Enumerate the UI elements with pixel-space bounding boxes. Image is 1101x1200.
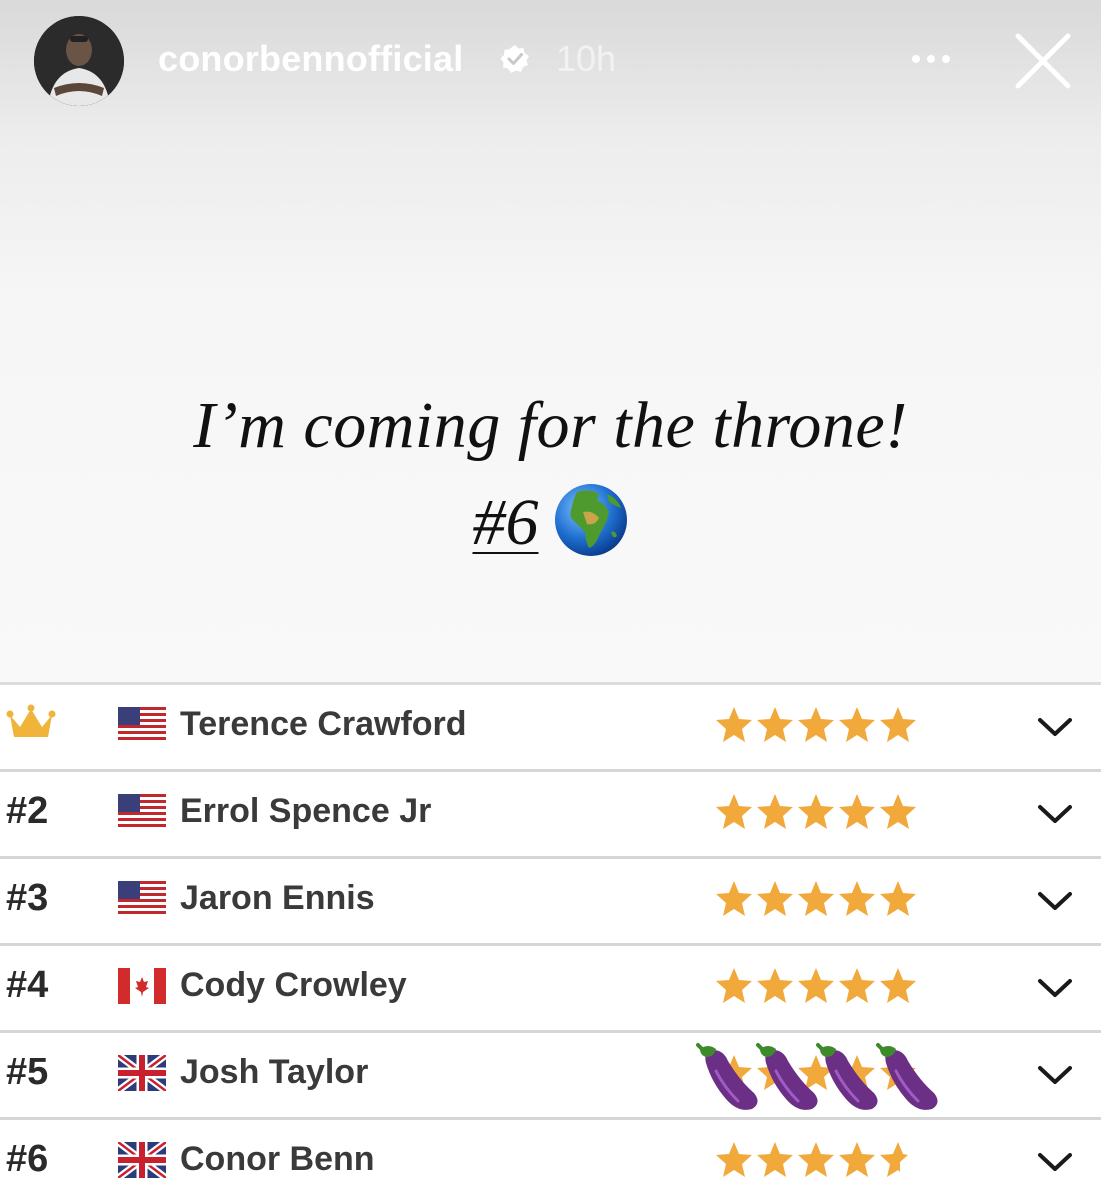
username[interactable]: conorbennofficial	[158, 38, 463, 80]
rank-number: #3	[6, 877, 49, 919]
uk-flag-icon	[118, 1142, 166, 1178]
fighter-name[interactable]: Josh Taylor	[180, 1053, 368, 1092]
chevron-down-icon[interactable]	[1036, 802, 1074, 826]
chevron-down-icon[interactable]	[1036, 889, 1074, 913]
globe-icon	[554, 484, 627, 556]
usa-flag-icon	[118, 794, 166, 830]
rankings-list: Terence Crawford #2 Errol Spence Jr #3 J…	[0, 682, 1101, 1200]
post-time: 10h	[556, 38, 617, 79]
fighter-name[interactable]: Conor Benn	[180, 1140, 375, 1179]
close-icon[interactable]	[1012, 30, 1074, 92]
ranking-row[interactable]: #6 Conor Benn	[0, 1120, 1101, 1200]
ranking-row[interactable]: #5 Josh Taylor	[0, 1033, 1101, 1120]
usa-flag-icon	[118, 707, 166, 743]
caption-hashtag[interactable]: #6	[473, 486, 539, 559]
eggplant-emoji-overlay	[694, 1041, 944, 1113]
chevron-down-icon[interactable]	[1036, 715, 1074, 739]
rating-stars	[714, 705, 924, 745]
crown-icon	[6, 704, 56, 737]
profile-avatar[interactable]	[34, 16, 124, 106]
rating-stars	[714, 879, 924, 919]
fighter-name[interactable]: Errol Spence Jr	[180, 792, 431, 831]
usa-flag-icon	[118, 881, 166, 917]
rank-number: #2	[6, 790, 49, 832]
canada-flag-icon	[118, 968, 166, 1004]
story-header: conorbennofficial 10h	[0, 0, 1101, 130]
fighter-name[interactable]: Cody Crowley	[180, 966, 407, 1005]
chevron-down-icon[interactable]	[1036, 1063, 1074, 1087]
uk-flag-icon	[118, 1055, 166, 1091]
rating-stars	[714, 966, 924, 1006]
rank-number: #4	[6, 964, 49, 1006]
caption-tag-line: #6	[0, 482, 1101, 561]
ranking-row[interactable]: #3 Jaron Ennis	[0, 859, 1101, 946]
rating-stars	[714, 792, 924, 832]
caption-text: I’m coming for the throne!	[193, 389, 908, 462]
rank-number: #5	[6, 1051, 49, 1093]
rating-stars	[714, 1140, 924, 1180]
chevron-down-icon[interactable]	[1036, 1150, 1074, 1174]
rank-number: #6	[6, 1138, 49, 1180]
fighter-name[interactable]: Terence Crawford	[180, 705, 467, 744]
ranking-row[interactable]: Terence Crawford	[0, 685, 1101, 772]
verified-badge-icon	[500, 45, 529, 73]
fighter-name[interactable]: Jaron Ennis	[180, 879, 375, 918]
chevron-down-icon[interactable]	[1036, 976, 1074, 1000]
more-options-icon[interactable]	[906, 46, 956, 72]
ranking-row[interactable]: #4 Cody Crowley	[0, 946, 1101, 1033]
ranking-row[interactable]: #2 Errol Spence Jr	[0, 772, 1101, 859]
